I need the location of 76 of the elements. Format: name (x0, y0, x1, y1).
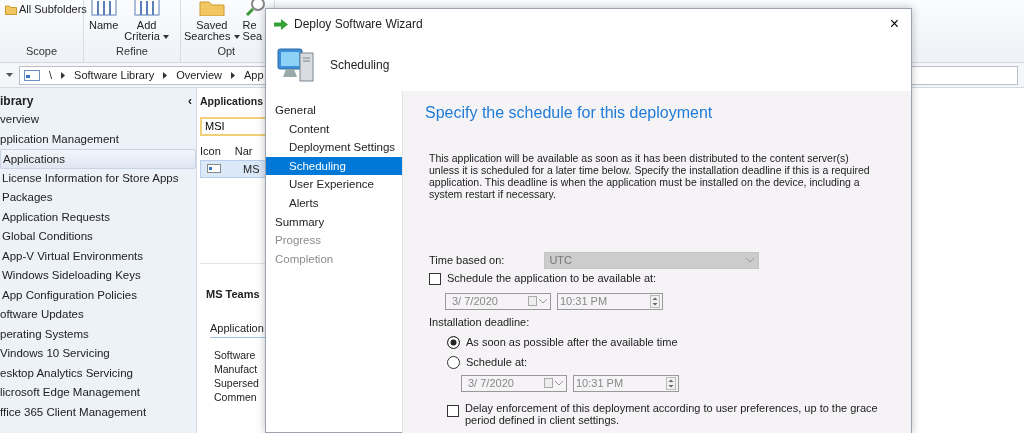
radio-label: Schedule at: (466, 354, 528, 370)
breadcrumb-item[interactable]: Overview (176, 66, 222, 84)
chevron-icon (231, 71, 235, 79)
window-title: Deploy Software Wizard (294, 16, 423, 33)
table-cell-text: MS (243, 161, 260, 177)
wizard-step[interactable]: Scheduling (266, 156, 402, 176)
wizard-step[interactable]: Deployment Settings (266, 138, 402, 157)
nav-item[interactable]: ffice 365 Client Management (0, 402, 196, 422)
columns-icon (90, 0, 117, 16)
nav-item[interactable]: Applications (0, 149, 196, 169)
arrow-icon (274, 18, 288, 30)
page-title: Scheduling (330, 57, 390, 74)
nav-item[interactable]: Packages (0, 188, 196, 208)
spinner-icon (666, 376, 676, 390)
caret-icon (539, 298, 547, 304)
column-header[interactable]: Icon (200, 142, 221, 159)
nav-item[interactable]: Vindows 10 Servicing (0, 344, 196, 364)
ribbon-group-label: Refine (115, 43, 149, 59)
nav-item[interactable]: perating Systems (0, 324, 196, 344)
app-icon (207, 164, 221, 174)
spinner-icon (650, 294, 660, 308)
window-icon (24, 69, 40, 81)
nav-item[interactable]: Global Conditions (0, 227, 196, 247)
close-button[interactable]: × (885, 17, 903, 31)
wizard-step[interactable]: Alerts (266, 193, 402, 213)
field-label: Supersed (213, 375, 260, 390)
nav-item[interactable]: oftware Updates (0, 305, 196, 325)
ribbon-group-label: Opt (216, 43, 237, 59)
chevron-icon (163, 71, 168, 79)
details-title: MS Teams (205, 286, 261, 302)
collapse-arrow[interactable]: ‹ (188, 92, 192, 110)
checkbox-label: Schedule the application to be available at: (447, 271, 657, 287)
pane-title: Applications (200, 94, 264, 109)
wizard-step[interactable]: User Experience (266, 175, 402, 194)
description-text: This application will be available as soon as it has been distributed to the content server(s) unless it is scheduled for a later time below. Specify the installation deadline if this is a required application. This deadline is when the application must be installed on the device, including a system restart if necessary. (429, 152, 871, 201)
nav-item[interactable]: Windows Sideloading Keys (0, 266, 196, 286)
section-heading: Specify the schedule for this deployment (425, 103, 714, 123)
caret-icon (746, 257, 755, 263)
nav-item[interactable]: License Information for Store Apps (0, 168, 196, 188)
folder-icon (5, 4, 17, 15)
table-row[interactable]: MS (200, 159, 267, 178)
ribbon-button[interactable]: Re Sea (242, 0, 269, 43)
calendar-icon (544, 378, 553, 389)
checkbox[interactable] (447, 405, 459, 418)
field-label: Commen (213, 389, 258, 404)
caret-icon (555, 380, 563, 386)
checkbox-label: Delay enforcement of this deployment according to user preferences, up to the grace period defined in client settings. (465, 402, 879, 427)
nav-item[interactable]: esktop Analytics Servicing (0, 363, 196, 383)
computer-icon (276, 45, 316, 85)
nav-item[interactable]: App-V Virtual Environments (0, 246, 196, 266)
nav-item[interactable]: verview (0, 110, 196, 130)
field-label: Manufact (213, 361, 259, 376)
calendar-icon (528, 296, 537, 307)
ribbon-group-label: Scope (24, 43, 59, 59)
caret-icon (6, 73, 13, 77)
ribbon-button[interactable]: All Subfolders (5, 4, 87, 43)
ribbon-button[interactable]: Saved Searches (184, 0, 240, 43)
nav-item[interactable]: pplication Management (0, 129, 196, 149)
columns-icon (133, 0, 160, 16)
field-label: Installation deadline: (429, 314, 530, 330)
nav-item[interactable]: licrosoft Edge Management (0, 383, 196, 403)
wizard-step[interactable]: Summary (266, 212, 402, 232)
ribbon-button[interactable]: Add Criteria (124, 0, 169, 43)
column-header[interactable]: Nar (234, 142, 253, 159)
breadcrumb-item[interactable]: \ (49, 66, 53, 84)
folder-icon (198, 0, 225, 16)
field-label: Software (213, 347, 257, 362)
breadcrumb-item[interactable]: Software Library (74, 66, 155, 84)
breadcrumb-item[interactable]: App (244, 66, 264, 84)
field-label: Time based on: (429, 252, 505, 268)
ribbon-button[interactable]: Name (89, 0, 119, 43)
pane-title: ibrary (0, 93, 34, 110)
nav-item[interactable]: Application Requests (0, 207, 196, 227)
radio-label: As soon as possible after the available time (466, 334, 678, 350)
nav-item[interactable]: App Configuration Policies (0, 285, 196, 305)
chevron-icon (61, 71, 66, 79)
